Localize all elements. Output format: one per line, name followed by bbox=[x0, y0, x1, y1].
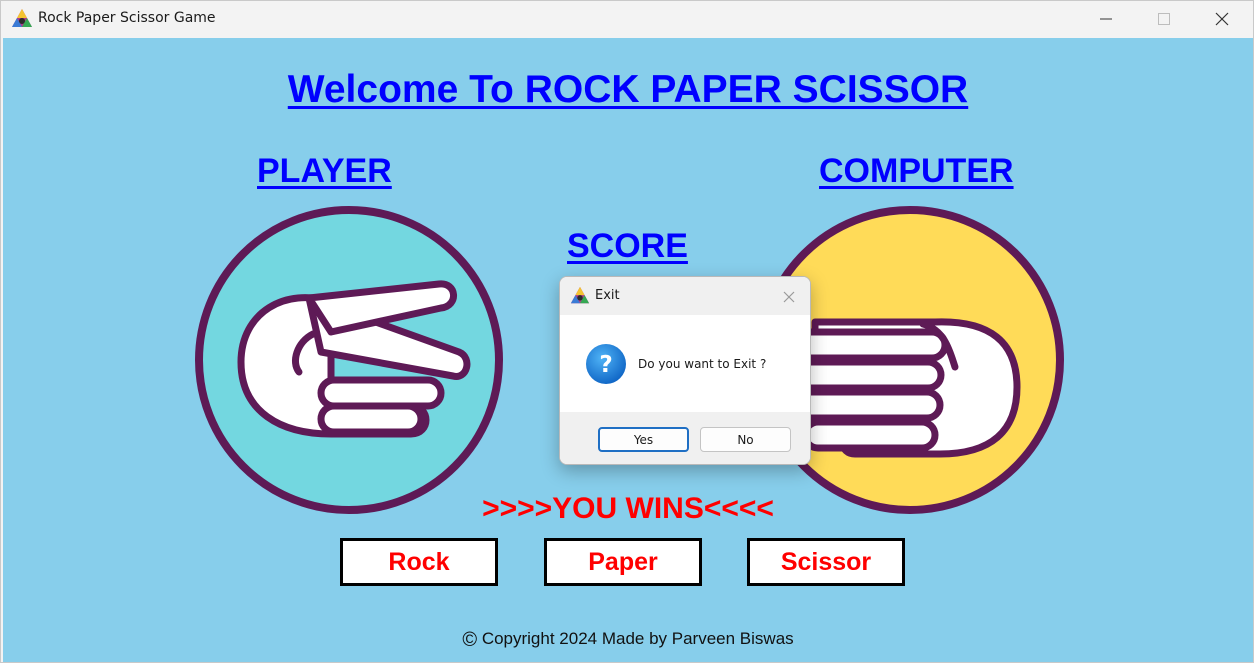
dialog-title-bar[interactable]: Exit bbox=[560, 277, 810, 315]
result-text: >>>>YOU WINS<<<< bbox=[482, 492, 774, 525]
score-label: SCORE bbox=[567, 227, 688, 265]
minimize-button[interactable] bbox=[1077, 1, 1135, 37]
app-logo-icon bbox=[570, 286, 590, 304]
footer-text: Copyright 2024 Made by Parveen Biswas bbox=[481, 629, 794, 648]
yes-button[interactable]: Yes bbox=[598, 427, 689, 452]
exit-dialog: Exit ? Do you want to Exit ? Yes No bbox=[559, 276, 811, 465]
close-icon bbox=[783, 291, 795, 303]
svg-text:?: ? bbox=[599, 352, 612, 378]
title-bar[interactable]: Rock Paper Scissor Game bbox=[1, 1, 1253, 37]
dialog-close-button[interactable] bbox=[778, 286, 800, 308]
footer: © Copyright 2024 Made by Parveen Biswas bbox=[3, 629, 1253, 652]
paper-button[interactable]: Paper bbox=[544, 538, 702, 586]
player-label: PLAYER bbox=[257, 152, 392, 190]
maximize-button[interactable] bbox=[1135, 1, 1193, 37]
scissor-button[interactable]: Scissor bbox=[747, 538, 905, 586]
close-icon bbox=[1215, 12, 1229, 26]
dialog-message: Do you want to Exit ? bbox=[638, 357, 767, 371]
window-title: Rock Paper Scissor Game bbox=[38, 10, 216, 26]
question-icon: ? bbox=[586, 344, 626, 384]
minimize-icon bbox=[1100, 18, 1112, 20]
maximize-icon bbox=[1158, 13, 1170, 25]
computer-label: COMPUTER bbox=[819, 152, 1014, 190]
dialog-title: Exit bbox=[595, 288, 620, 303]
welcome-title: Welcome To ROCK PAPER SCISSOR bbox=[287, 68, 969, 111]
rock-button[interactable]: Rock bbox=[340, 538, 498, 586]
close-button[interactable] bbox=[1193, 1, 1251, 37]
app-window: Rock Paper Scissor Game Welcome To ROCK … bbox=[0, 0, 1254, 663]
dialog-body: ? Do you want to Exit ? bbox=[560, 315, 810, 412]
app-logo-icon bbox=[12, 9, 32, 27]
dialog-footer: Yes No bbox=[560, 412, 810, 464]
copyright-icon: © bbox=[462, 629, 478, 651]
player-scissor-hand-image bbox=[195, 206, 503, 514]
no-button[interactable]: No bbox=[700, 427, 791, 452]
